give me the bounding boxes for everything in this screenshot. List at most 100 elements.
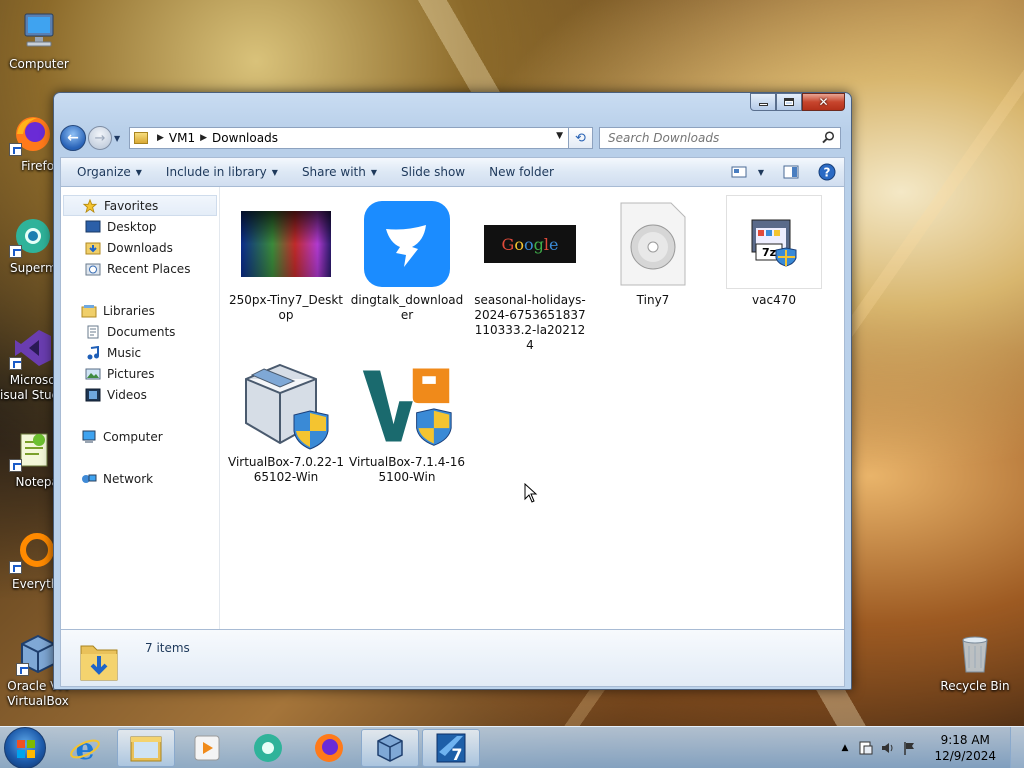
virtualbox-installer-icon <box>245 363 329 450</box>
image-thumbnail-icon <box>241 211 331 277</box>
nav-label: Downloads <box>107 240 173 255</box>
flag-icon[interactable] <box>902 740 918 756</box>
new-folder-label: New folder <box>489 165 554 179</box>
shortcut-arrow-icon <box>9 357 22 370</box>
slide-show-button[interactable]: Slide show <box>389 158 477 186</box>
downloads-folder-icon <box>85 242 101 254</box>
nav-desktop[interactable]: Desktop <box>61 216 219 237</box>
recent-pages-dropdown[interactable]: ▼ <box>114 134 124 143</box>
nav-pictures[interactable]: Pictures <box>61 363 219 384</box>
shortcut-arrow-icon <box>16 663 29 676</box>
nav-label: Documents <box>107 324 176 339</box>
disc-image-icon <box>620 202 686 286</box>
nav-favorites[interactable]: Favorites <box>63 195 217 216</box>
nav-label: Desktop <box>107 219 157 234</box>
details-pane: 7 items <box>60 629 845 687</box>
file-name: VirtualBox-7.1.4-165100-Win <box>349 455 465 484</box>
forward-arrow-icon: → <box>94 130 106 146</box>
svg-text:?: ? <box>824 166 831 180</box>
back-button[interactable]: ← <box>60 125 86 151</box>
taskbar-explorer[interactable] <box>117 728 175 767</box>
file-item[interactable]: VirtualBox-7.0.22-165102-Win <box>227 361 345 485</box>
taskbar-media-player[interactable] <box>178 729 236 767</box>
nav-network[interactable]: Network <box>61 468 219 489</box>
address-dropdown-icon[interactable]: ▼ <box>556 131 563 141</box>
file-item[interactable]: VirtualBox-7.1.4-165100-Win <box>348 361 466 485</box>
show-desktop-button[interactable] <box>1010 727 1024 768</box>
share-with-menu[interactable]: Share with ▼ <box>290 158 389 186</box>
refresh-icon: ⟲ <box>575 130 586 146</box>
change-view-button[interactable] <box>730 163 748 181</box>
slide-show-label: Slide show <box>401 165 466 179</box>
breadcrumb-downloads[interactable]: Downloads <box>212 131 278 145</box>
volume-icon[interactable] <box>880 740 896 756</box>
view-dropdown-icon[interactable]: ▼ <box>758 168 764 177</box>
taskbar-virtualbox[interactable] <box>361 728 419 767</box>
preview-pane-button[interactable] <box>782 163 800 181</box>
search-icon[interactable] <box>822 131 835 144</box>
firefox-icon <box>315 733 343 762</box>
forward-button[interactable]: → <box>88 126 112 150</box>
caption-buttons: ✕ <box>750 93 845 111</box>
share-with-label: Share with <box>301 165 366 179</box>
file-name: VirtualBox-7.0.22-165102-Win <box>228 455 344 484</box>
view-icon <box>731 166 747 178</box>
documents-icon <box>87 325 99 338</box>
nav-libraries[interactable]: Libraries <box>61 300 219 321</box>
maximize-button[interactable] <box>776 93 802 111</box>
nav-documents[interactable]: Documents <box>61 321 219 342</box>
organize-menu[interactable]: Organize ▼ <box>61 158 154 186</box>
taskbar-internet-explorer[interactable]: e <box>56 729 114 767</box>
file-name: Tiny7 <box>636 293 670 307</box>
new-folder-button[interactable]: New folder <box>477 158 566 186</box>
close-button[interactable]: ✕ <box>802 93 845 111</box>
file-item[interactable]: 7z vac470 <box>715 195 833 308</box>
include-in-library-menu[interactable]: Include in library ▼ <box>154 158 290 186</box>
minimize-button[interactable] <box>750 93 776 111</box>
shortcut-arrow-icon <box>9 143 22 156</box>
breadcrumb-vm1[interactable]: VM1 <box>169 131 195 145</box>
shortcut-arrow-icon <box>9 561 22 574</box>
nav-recent-places[interactable]: Recent Places <box>61 258 219 279</box>
file-name: seasonal-holidays-2024-6753651837110333.… <box>474 293 586 352</box>
breadcrumb-separator-icon[interactable]: ▶ <box>200 133 207 143</box>
google-doodle-thumbnail-icon: Google <box>484 225 576 263</box>
start-button[interactable] <box>4 726 46 768</box>
desktop-icon-recycle-bin[interactable]: Recycle Bin <box>936 632 1014 694</box>
svg-text:7z: 7z <box>762 246 776 259</box>
file-item[interactable]: Google seasonal-holidays-2024-6753651837… <box>471 199 589 353</box>
file-item[interactable]: dingtalk_downloader <box>348 199 466 323</box>
close-icon: ✕ <box>818 95 829 109</box>
refresh-button[interactable]: ⟲ <box>569 127 593 149</box>
explorer-window: ✕ ← → ▼ ▶ VM1 ▶ Downloads ▼ ⟲ Organize ▼ … <box>53 92 852 690</box>
downloads-folder-icon <box>79 638 119 681</box>
address-bar[interactable]: ▶ VM1 ▶ Downloads ▼ <box>129 127 569 149</box>
file-item[interactable]: Tiny7 <box>594 199 712 308</box>
taskbar-supermium[interactable] <box>239 729 297 767</box>
nav-videos[interactable]: Videos <box>61 384 219 405</box>
search-input[interactable] <box>608 131 808 145</box>
nav-downloads[interactable]: Downloads <box>61 237 219 258</box>
search-box[interactable] <box>599 127 841 149</box>
breadcrumb-separator-icon[interactable]: ▶ <box>157 133 164 143</box>
chevron-down-icon: ▼ <box>271 167 278 177</box>
supermium-icon <box>254 733 282 762</box>
clock[interactable]: 9:18 AM 12/9/2024 <box>934 732 996 764</box>
libraries-icon <box>81 304 97 317</box>
file-item[interactable]: 250px-Tiny7_Desktop <box>227 199 345 323</box>
music-icon <box>87 345 99 359</box>
desktop-icon-computer[interactable]: Computer <box>0 10 78 72</box>
navigation-pane: Favorites Desktop Downloads Recent Place… <box>61 187 220 629</box>
computer-icon <box>82 430 96 443</box>
desktop-icon-label: Recycle Bin <box>940 679 1010 693</box>
minimize-icon <box>758 103 768 106</box>
taskbar-firefox[interactable] <box>300 729 358 767</box>
preview-pane-icon <box>783 165 799 179</box>
shortcut-arrow-icon <box>9 245 22 258</box>
taskbar-tiny7[interactable]: 7 <box>422 728 480 767</box>
action-center-icon[interactable] <box>858 740 874 756</box>
help-button[interactable]: ? <box>818 163 836 181</box>
nav-music[interactable]: Music <box>61 342 219 363</box>
nav-computer[interactable]: Computer <box>61 426 219 447</box>
show-hidden-icons-icon[interactable]: ▲ <box>842 743 849 753</box>
